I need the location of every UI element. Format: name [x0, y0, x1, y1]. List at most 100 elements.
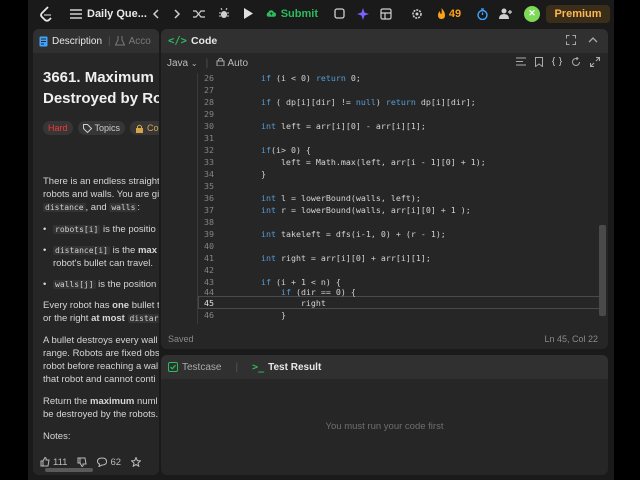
layout-icon[interactable]	[378, 0, 394, 27]
description-panel: Description | Acco 3661. Maximum Destroy…	[33, 29, 159, 475]
tab-accepted-label: Acco	[128, 35, 151, 47]
desc-text: range. Robots are fixed obs	[43, 348, 159, 359]
code-text: if (i < 0) return 0;	[260, 73, 361, 83]
premium-button[interactable]: Premium	[546, 0, 610, 27]
autocomplete-mode[interactable]: Auto	[216, 57, 248, 69]
desc-paragraph-4: Return the maximum numl be destroyed by …	[43, 395, 159, 421]
submit-button[interactable]: Submit	[266, 0, 318, 27]
code-line: 37 int r = lowerBound(walls, arr[i][0] +…	[161, 204, 608, 216]
maximize-icon[interactable]	[566, 35, 576, 45]
timer-icon[interactable]	[474, 0, 490, 27]
topics-label: Topics	[94, 123, 121, 133]
companies-tag[interactable]: Comp	[130, 121, 159, 135]
tab-description[interactable]: Description	[39, 36, 102, 47]
favorite-button[interactable]	[131, 457, 142, 467]
bookmark-icon[interactable]	[535, 57, 543, 67]
code-line: 42	[161, 264, 608, 276]
top-bar: Daily Que... Submit 49 ✕ Premium	[28, 0, 614, 27]
user-avatar[interactable]: ✕	[522, 0, 542, 27]
dislike-button[interactable]	[77, 457, 88, 467]
run-icon[interactable]	[240, 0, 256, 27]
leetcode-logo-icon[interactable]	[36, 0, 56, 27]
desc-text: robot before reaching a wal	[43, 361, 159, 372]
line-number: 41	[204, 253, 214, 263]
add-friend-icon[interactable]	[497, 0, 513, 27]
comments-button[interactable]: 62	[97, 457, 121, 468]
description-tabs: Description | Acco	[33, 29, 159, 53]
problem-list-icon[interactable]	[68, 0, 84, 27]
expand-editor-icon[interactable]	[590, 57, 600, 67]
difficulty-badge[interactable]: Hard	[43, 121, 73, 135]
shuffle-icon[interactable]	[191, 0, 207, 27]
thumbs-down-icon	[77, 457, 88, 467]
settings-gear-icon[interactable]	[409, 0, 425, 27]
tab-test-result[interactable]: >_ Test Result	[252, 362, 321, 373]
desc-paragraph-3: A bullet destroys every wall range. Robo…	[43, 334, 159, 386]
tab-testcase[interactable]: Testcase	[168, 362, 221, 373]
desc-text: , and	[85, 202, 110, 213]
notes-icon[interactable]	[331, 0, 347, 27]
mode-label: Auto	[227, 58, 249, 69]
code-panel-header: </> Code	[161, 29, 608, 53]
tab-accepted[interactable]: | Acco	[108, 36, 151, 47]
problem-title-line2: Destroyed by Ro	[43, 90, 159, 107]
test-panel-tabs: Testcase | >_ Test Result	[161, 355, 608, 379]
problem-description: There is an endless straight robots and …	[43, 175, 159, 452]
comment-icon	[97, 457, 108, 467]
code-line: 40	[161, 240, 608, 252]
inline-code: distance[i]	[53, 246, 110, 255]
editor-scrollbar[interactable]	[599, 225, 606, 316]
desc-text: be destroyed by the robots.	[43, 409, 159, 420]
line-number: 45	[204, 298, 214, 308]
fire-icon	[437, 8, 445, 19]
desc-paragraph-2: Every robot has one bullet t or the righ…	[43, 299, 159, 325]
tab-test-result-label: Test Result	[268, 361, 322, 373]
prev-problem-icon[interactable]	[147, 0, 163, 27]
line-number: 39	[204, 229, 214, 239]
horizontal-scrollbar[interactable]	[45, 468, 93, 472]
desc-text: that robot and cannot conti	[43, 374, 156, 385]
star-icon	[131, 457, 142, 467]
problem-list-title[interactable]: Daily Que...	[87, 0, 147, 27]
next-problem-icon[interactable]	[169, 0, 185, 27]
tab-divider: |	[235, 361, 239, 373]
thumbs-up-icon	[40, 457, 50, 467]
desc-paragraph-1: There is an endless straight robots and …	[43, 175, 159, 214]
tab-testcase-label: Testcase	[182, 361, 222, 373]
collapse-chevron-icon[interactable]	[588, 35, 598, 45]
code-line: 38	[161, 216, 608, 228]
line-number: 28	[204, 97, 214, 107]
inline-code: walls[j]	[53, 280, 96, 289]
toolbar-divider: |	[205, 57, 209, 69]
code-text: if(i> 0) {	[260, 145, 311, 155]
code-text: int left = arr[i][0] - arr[i][1];	[260, 121, 426, 131]
desc-bold: maximum	[90, 396, 135, 407]
debug-icon[interactable]	[216, 0, 232, 27]
chevron-down-icon: ⌄	[190, 58, 198, 68]
language-select[interactable]: Java ⌄	[167, 58, 198, 69]
braces-icon[interactable]	[552, 57, 562, 66]
tab-divider: |	[108, 35, 111, 47]
code-text: int takeleft = dfs(i-1, 0) + (r - 1);	[260, 229, 446, 239]
desc-text: robot's bullet can travel.	[53, 258, 154, 269]
code-line: 32 if(i> 0) {	[161, 144, 608, 156]
tab-description-label: Description	[52, 35, 103, 47]
empty-result-message: You must run your code first	[325, 421, 444, 432]
streak-counter[interactable]: 49	[434, 0, 464, 27]
code-line: 31	[161, 132, 608, 144]
like-button[interactable]: 111	[40, 457, 67, 468]
reset-icon[interactable]	[571, 57, 581, 67]
inline-code: distance	[43, 203, 86, 212]
ai-assist-icon[interactable]	[355, 0, 371, 27]
code-text: int right = arr[i][0] + arr[i][1];	[260, 253, 431, 263]
line-number: 27	[204, 85, 214, 95]
test-panel: Testcase | >_ Test Result You must run y…	[161, 355, 608, 475]
line-number: 33	[204, 157, 214, 167]
code-editor[interactable]: 26 if (i < 0) return 0; 27 28 if ( dp[i]…	[161, 73, 608, 324]
code-line: 36 int l = lowerBound(walls, left);	[161, 192, 608, 204]
desc-text: Return the	[43, 396, 90, 407]
topics-tag[interactable]: Topics	[77, 121, 126, 135]
format-icon[interactable]	[516, 57, 526, 66]
line-number: 32	[204, 145, 214, 155]
editor-actions	[516, 57, 600, 67]
